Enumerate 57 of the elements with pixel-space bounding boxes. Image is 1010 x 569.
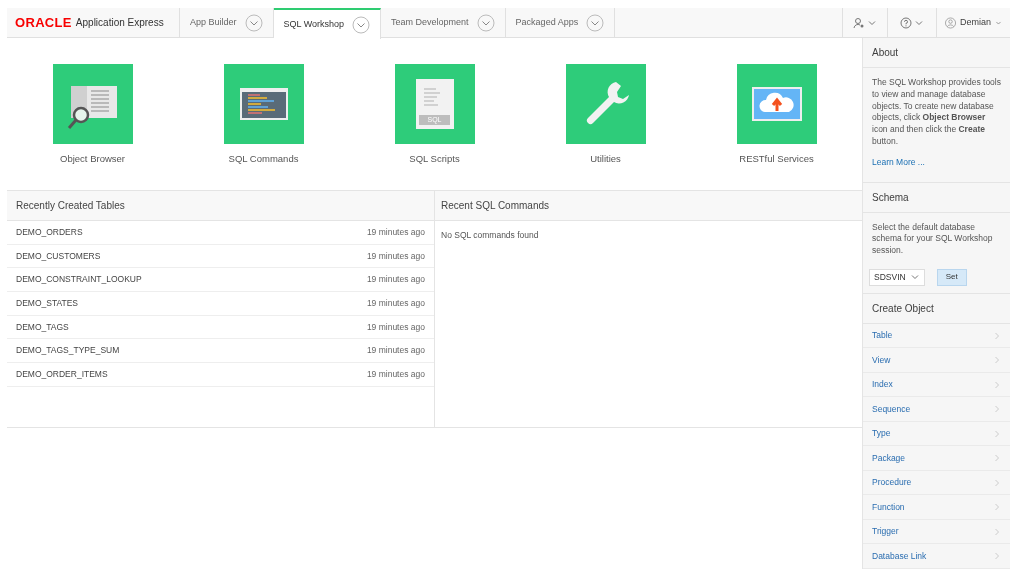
- about-text: The SQL Workshop provides tools to view and manage database objects. To create new database objects, click Object Browser icon and then click the Create button.: [872, 77, 1001, 148]
- table-name[interactable]: DEMO_TAGS_TYPE_SUM: [16, 344, 120, 358]
- sidebar-title: About: [872, 46, 899, 60]
- tool-tile[interactable]: [565, 64, 646, 144]
- table-name[interactable]: DEMO_STATES: [16, 297, 79, 310]
- empty-message: No SQL commands found: [440, 229, 540, 242]
- create-object-item[interactable]: Trigger: [863, 519, 1010, 545]
- oracle-logo[interactable]: ORACLE: [15, 12, 72, 33]
- created-time: 19 minutes ago: [366, 273, 425, 287]
- tool-tile[interactable]: [736, 64, 817, 144]
- help-icon: [900, 16, 912, 29]
- product-name[interactable]: Application Express: [75, 15, 164, 30]
- created-time: 19 minutes ago: [366, 297, 425, 310]
- created-time: 19 minutes ago: [366, 225, 425, 239]
- sidebar-title: Create Object: [872, 301, 934, 316]
- create-object-item[interactable]: Database Link: [863, 544, 1010, 569]
- tool-tile[interactable]: [52, 64, 133, 144]
- create-object-item[interactable]: Index: [863, 372, 1010, 398]
- region-title: Recent SQL Commands: [441, 199, 549, 213]
- created-time: 19 minutes ago: [366, 344, 425, 358]
- create-object-item[interactable]: Sequence: [863, 397, 1010, 422]
- created-time: 19 minutes ago: [366, 368, 425, 381]
- tile-label[interactable]: SQL Scripts: [409, 152, 460, 167]
- create-object-item[interactable]: Table: [863, 323, 1010, 349]
- schema-text: Select the default database schema for your SQL Workshop session.: [871, 221, 994, 257]
- create-object-item[interactable]: View: [863, 348, 1010, 373]
- tool-tile[interactable]: [223, 64, 304, 144]
- tile-label[interactable]: SQL Commands: [228, 152, 299, 167]
- table-name[interactable]: DEMO_CUSTOMERS: [16, 249, 101, 263]
- created-time: 19 minutes ago: [366, 320, 425, 334]
- nav-tab[interactable]: Packaged Apps: [505, 8, 616, 37]
- tile-label[interactable]: Utilities: [590, 152, 621, 167]
- table-name[interactable]: DEMO_CONSTRAINT_LOOKUP: [16, 273, 142, 287]
- nav-tab[interactable]: Team Development: [381, 8, 506, 37]
- create-object-item[interactable]: Package: [863, 446, 1010, 471]
- create-object-item[interactable]: Type: [863, 421, 1010, 447]
- create-object-item[interactable]: Function: [863, 495, 1010, 520]
- tile-label[interactable]: RESTful Services: [739, 152, 814, 167]
- chevron-down-icon[interactable]: [244, 13, 263, 32]
- created-time: 19 minutes ago: [366, 249, 425, 263]
- create-object-item[interactable]: Procedure: [863, 470, 1010, 496]
- table-name[interactable]: DEMO_ORDER_ITEMS: [16, 368, 108, 381]
- learn-more-link[interactable]: Learn More ...: [872, 155, 1001, 169]
- chevron-down-icon[interactable]: [476, 13, 495, 32]
- nav-tab[interactable]: SQL Workshop: [273, 8, 382, 39]
- schema-select[interactable]: SDSVIN: [869, 268, 925, 286]
- table-name[interactable]: DEMO_ORDERS: [16, 225, 83, 239]
- user-avatar-icon: [945, 14, 957, 31]
- table-name[interactable]: DEMO_TAGS: [16, 320, 69, 334]
- set-button[interactable]: Set: [936, 268, 967, 286]
- user-menu-button[interactable]: Demian: [936, 8, 1010, 37]
- chevron-down-icon[interactable]: [352, 15, 371, 34]
- nav-tab[interactable]: App Builder: [180, 8, 274, 37]
- tile-label[interactable]: Object Browser: [60, 152, 125, 167]
- sidebar-title: Schema: [872, 190, 909, 205]
- region-title: Recently Created Tables: [16, 199, 125, 213]
- chevron-down-icon[interactable]: [586, 13, 605, 32]
